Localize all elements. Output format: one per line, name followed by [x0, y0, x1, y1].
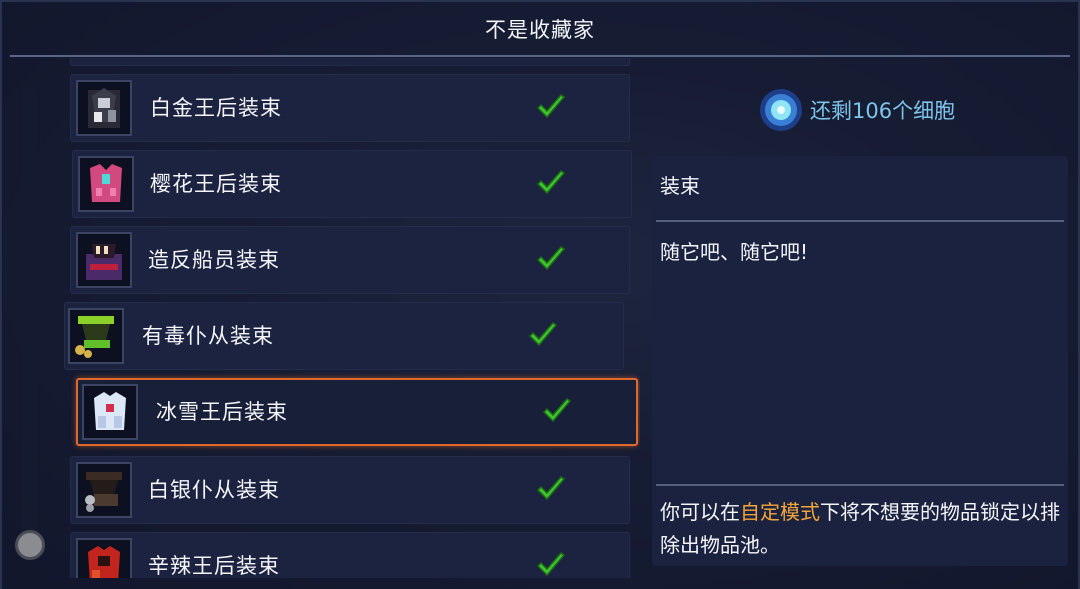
detail-category: 装束	[660, 174, 700, 198]
list-item-silver-servant[interactable]: 白银仆从装束	[70, 456, 630, 524]
check-icon	[536, 170, 566, 195]
check-icon	[536, 94, 566, 119]
detail-footer: 你可以在自定模式下将不想要的物品锁定以排除出物品池。	[660, 496, 1060, 562]
sakura-queen-outfit-icon	[78, 156, 134, 212]
title-divider	[10, 55, 1070, 57]
list-item-platinum-queen[interactable]: 白金王后装束	[70, 74, 630, 142]
list-item-sakura-queen[interactable]: 樱花王后装束	[72, 150, 632, 218]
list-item-label: 辛辣王后装束	[148, 554, 280, 578]
check-icon	[536, 552, 566, 577]
list-item-label: 白银仆从装束	[148, 478, 280, 502]
list-item-label: 樱花王后装束	[150, 172, 282, 196]
list-item-toxic-servant[interactable]: 有毒仆从装束	[64, 302, 624, 370]
list-item-ice-queen[interactable]: 冰雪王后装束	[76, 378, 638, 446]
platinum-queen-outfit-icon	[76, 80, 132, 136]
check-icon	[528, 322, 558, 347]
cell-icon	[760, 89, 802, 131]
page-title: 不是收藏家	[485, 18, 595, 42]
ice-queen-outfit-icon	[82, 384, 138, 440]
detail-panel: 装束 随它吧、随它吧! 你可以在自定模式下将不想要的物品锁定以排除出物品池。	[652, 156, 1068, 566]
silver-servant-outfit-icon	[76, 462, 132, 518]
mutinous-crew-outfit-icon	[76, 232, 132, 288]
footer-text-before: 你可以在	[660, 500, 740, 524]
list-item-label: 有毒仆从装束	[142, 324, 274, 348]
cells-counter: 还剩106个细胞	[758, 82, 955, 138]
cells-remaining-text: 还剩106个细胞	[810, 99, 956, 123]
detail-divider	[656, 220, 1064, 222]
scrollbar-thumb[interactable]	[15, 530, 45, 560]
list-item-label: 冰雪王后装束	[156, 400, 288, 424]
list-item-partial[interactable]	[70, 58, 630, 66]
custom-mode-link[interactable]: 自定模式	[740, 500, 820, 524]
detail-footer-divider	[656, 484, 1064, 486]
list-item-label: 造反船员装束	[148, 248, 280, 272]
check-icon	[536, 246, 566, 271]
scrollbar-track[interactable]	[22, 88, 38, 548]
check-icon	[542, 398, 572, 423]
list-item-label: 白金王后装束	[150, 96, 282, 120]
spicy-queen-outfit-icon	[76, 538, 132, 578]
outfit-list: 白金王后装束 樱花王后装束 造反船员装束 有毒仆从装束 冰雪王后装束 白银仆从装…	[60, 58, 640, 578]
detail-description: 随它吧、随它吧!	[660, 240, 809, 264]
list-item-mutinous-crew[interactable]: 造反船员装束	[70, 226, 630, 294]
toxic-servant-outfit-icon	[68, 308, 124, 364]
list-item-spicy-queen[interactable]: 辛辣王后装束	[70, 532, 630, 578]
check-icon	[536, 476, 566, 501]
